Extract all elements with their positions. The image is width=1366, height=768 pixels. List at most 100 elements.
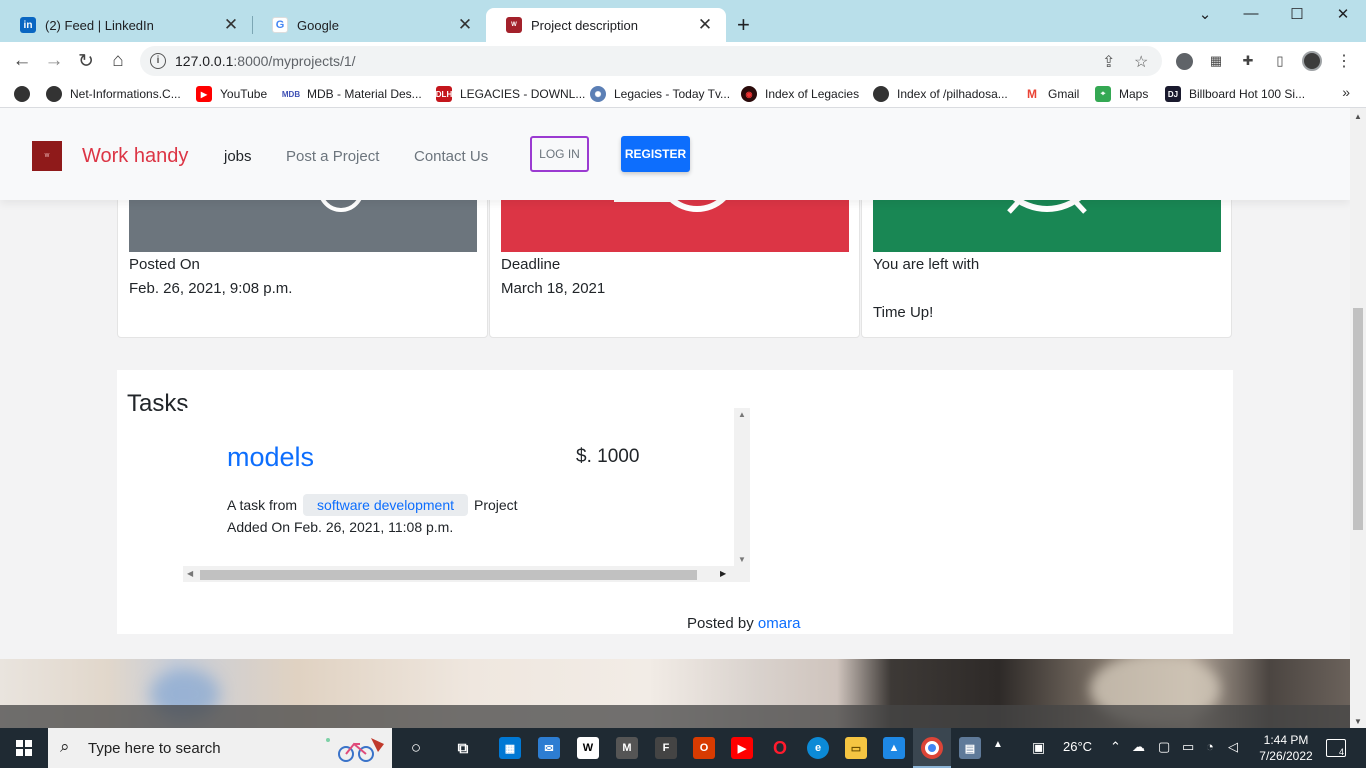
volume-icon[interactable]: ◁ <box>1228 739 1238 755</box>
taskbar-search[interactable]: ⌕ Type here to search <box>48 728 392 768</box>
bookmark-item[interactable]: DJ Billboard Hot 100 Si... <box>1165 85 1305 103</box>
cortana-icon[interactable]: ○ <box>405 737 427 759</box>
close-icon[interactable]: ✕ <box>456 15 474 35</box>
wifi-icon[interactable]: ◔ <box>1206 739 1214 754</box>
zip-extension-icon[interactable]: ▦ <box>1206 51 1226 71</box>
bookmark-item[interactable]: ⌖ Maps <box>1095 85 1148 103</box>
chrome-icon[interactable] <box>921 737 943 759</box>
onedrive-icon[interactable]: ☁ <box>1132 739 1145 755</box>
scrollbar-thumb[interactable] <box>1353 308 1363 530</box>
page-scrollbar[interactable]: ▲ ▼ <box>1350 108 1366 728</box>
task-vertical-scrollbar[interactable]: ▲ ▼ <box>734 408 750 566</box>
login-button[interactable]: LOG IN <box>530 136 589 172</box>
forward-button[interactable]: → <box>41 49 67 73</box>
notification-center-icon[interactable]: 4 <box>1326 739 1346 757</box>
scroll-down-icon[interactable]: ▼ <box>738 555 746 564</box>
tray-overflow-icon[interactable]: ▲ <box>993 739 1003 750</box>
scroll-left-icon[interactable]: ◀ <box>187 569 193 578</box>
register-button[interactable]: REGISTER <box>621 136 690 172</box>
address-bar[interactable]: i 127.0.0.1:8000/myprojects/1/ ⇪ ☆ <box>140 46 1162 76</box>
scroll-down-icon[interactable]: ▼ <box>1354 717 1362 726</box>
bookmark-star-icon[interactable]: ☆ <box>1134 52 1148 72</box>
site-favicon: W <box>506 17 522 33</box>
dlh-icon: DLH <box>436 86 452 102</box>
battery-icon[interactable]: ▭ <box>1182 739 1194 755</box>
task-category-badge[interactable]: software development <box>303 494 468 516</box>
bookmark-item[interactable]: ▶ YouTube <box>196 85 267 103</box>
reload-button[interactable]: ↻ <box>73 49 99 73</box>
task-view-icon[interactable]: ⧉ <box>452 737 474 759</box>
bookmark-item[interactable]: Net-Informations.C... <box>46 85 181 103</box>
extension-icon[interactable] <box>1174 51 1194 71</box>
apps-icon[interactable] <box>14 85 38 103</box>
opera-icon[interactable]: O <box>769 737 791 759</box>
weather-temp[interactable]: 26°C <box>1063 739 1092 754</box>
file-explorer-icon[interactable]: ▭ <box>845 737 867 759</box>
nav-post-project[interactable]: Post a Project <box>286 148 379 165</box>
tab-project-description[interactable]: W Project description ✕ <box>486 8 726 42</box>
scroll-up-icon[interactable]: ▲ <box>738 410 746 419</box>
window-close-button[interactable]: ✕ <box>1320 5 1366 23</box>
bookmark-item[interactable]: M Gmail <box>1024 85 1079 103</box>
bookmark-item[interactable]: ◉ Index of Legacies <box>741 85 859 103</box>
youtube-icon[interactable]: ▶ <box>731 737 753 759</box>
control-panel-icon[interactable]: ▤ <box>959 737 981 759</box>
bookmark-item[interactable]: MDB MDB - Material Des... <box>282 85 422 103</box>
url-path: :8000/myprojects/1/ <box>233 53 356 69</box>
new-tab-button[interactable]: + <box>737 14 750 36</box>
tab-label: (2) Feed | LinkedIn <box>45 17 154 33</box>
close-icon[interactable]: ✕ <box>222 15 240 35</box>
task-horizontal-scrollbar[interactable]: ◀ ▶ <box>183 566 750 582</box>
bookmark-label: Billboard Hot 100 Si... <box>1189 87 1306 101</box>
bookmark-label: Maps <box>1119 87 1149 101</box>
minimize-button[interactable]: — <box>1228 5 1274 22</box>
task-source-suffix: Project <box>474 497 518 513</box>
show-hidden-icons[interactable]: ⌃ <box>1110 739 1121 755</box>
posted-on-value: Feb. 26, 2021, 9:08 p.m. <box>129 280 293 297</box>
share-icon[interactable]: ⇪ <box>1102 52 1115 72</box>
meet-now-icon[interactable]: ▢ <box>1158 739 1170 755</box>
profile-avatar[interactable] <box>1302 51 1322 71</box>
tab-linkedin[interactable]: in (2) Feed | LinkedIn ✕ <box>0 8 252 42</box>
posted-by-user-link[interactable]: omara <box>758 615 801 632</box>
wikipedia-icon[interactable]: W <box>577 737 599 759</box>
close-icon[interactable]: ✕ <box>696 15 714 35</box>
bookmark-item[interactable]: DLH LEGACIES - DOWNL... <box>436 85 585 103</box>
task-list-scrollbox[interactable]: models $. 1000 A task from software deve… <box>183 408 750 582</box>
site-logo[interactable]: W <box>32 141 62 171</box>
m-app-icon[interactable]: M <box>616 737 638 759</box>
bookmark-item[interactable]: Index of /pilhadosa... <box>873 85 1008 103</box>
home-button[interactable]: ⌂ <box>105 49 131 73</box>
task-title-link[interactable]: models <box>227 442 314 473</box>
nav-contact[interactable]: Contact Us <box>414 148 488 165</box>
puzzle-icon[interactable]: ✚ <box>1238 51 1258 71</box>
tab-search-icon[interactable]: ⌄ <box>1182 5 1228 23</box>
brand-name[interactable]: Work handy <box>82 145 188 168</box>
edge-icon[interactable]: e <box>807 737 829 759</box>
maximize-button[interactable]: ☐ <box>1274 5 1320 23</box>
tab-google[interactable]: G Google ✕ <box>252 8 486 42</box>
side-panel-icon[interactable]: ▯ <box>1270 51 1290 71</box>
more-bookmarks-icon[interactable]: » <box>1342 84 1350 100</box>
office-icon[interactable]: O <box>693 737 715 759</box>
weather-icon[interactable]: ▣ <box>1032 739 1045 756</box>
mail-icon[interactable]: ✉ <box>538 737 560 759</box>
scroll-up-icon[interactable]: ▲ <box>1354 112 1362 121</box>
back-button[interactable]: ← <box>9 49 35 73</box>
url-text[interactable]: 127.0.0.1:8000/myprojects/1/ <box>175 53 356 69</box>
site-info-icon[interactable]: i <box>150 53 166 69</box>
f-app-icon[interactable]: F <box>655 737 677 759</box>
windows-start-icon[interactable] <box>16 740 32 756</box>
tab-label: Project description <box>531 17 638 33</box>
store-icon[interactable]: ▦ <box>499 737 521 759</box>
menu-icon[interactable]: ⋮ <box>1334 51 1354 71</box>
posted-by-label: Posted by <box>687 615 754 632</box>
taskbar-clock[interactable]: 1:44 PM 7/26/2022 <box>1256 732 1316 764</box>
google-icon: G <box>272 17 288 33</box>
nav-jobs[interactable]: jobs <box>224 148 252 165</box>
scrollbar-thumb[interactable] <box>200 570 697 580</box>
scroll-right-icon[interactable]: ▶ <box>720 569 726 578</box>
url-host: 127.0.0.1 <box>175 53 234 69</box>
photos-icon[interactable]: ▲ <box>883 737 905 759</box>
bookmark-item[interactable]: ✺ Legacies - Today Tv... <box>590 85 730 103</box>
